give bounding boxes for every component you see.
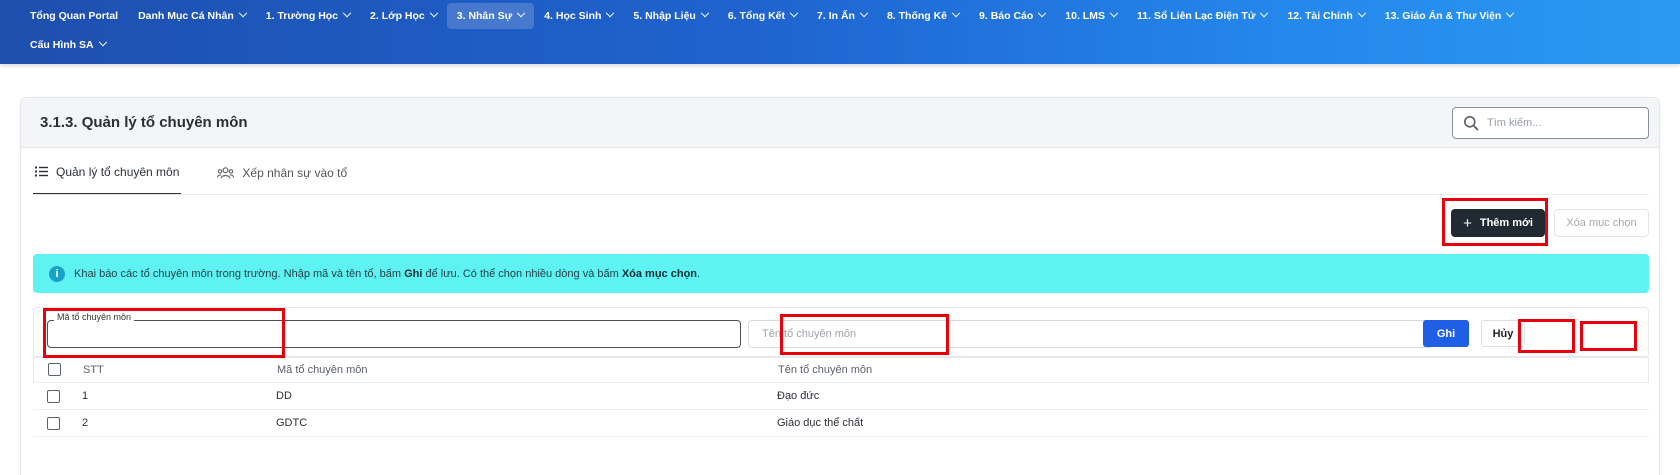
nav-item[interactable]: 13. Giáo Án & Thư Viện bbox=[1375, 3, 1524, 29]
row-checkbox[interactable] bbox=[47, 389, 60, 403]
nav-item-label: 4. Học Sinh bbox=[544, 10, 602, 22]
chevron-down-icon bbox=[951, 8, 961, 18]
nav-item[interactable]: 6. Tổng Kết bbox=[718, 3, 807, 29]
cancel-button[interactable]: Hủy bbox=[1481, 320, 1525, 347]
table-row[interactable]: 2 GDTC Giáo dục thể chất bbox=[33, 410, 1649, 437]
chevron-down-icon bbox=[1109, 8, 1119, 18]
tab-assign-staff[interactable]: Xếp nhân sự vào tổ bbox=[215, 150, 349, 195]
tab-manage-groups[interactable]: Quản lý tổ chuyên môn bbox=[33, 150, 182, 195]
nav-row-primary: Tổng Quan Portal Danh Mục Cá Nhân 1. Trườn… bbox=[20, 2, 1523, 30]
table-header: STT Mã tổ chuyên môn Tên tổ chuyên môn bbox=[33, 356, 1649, 383]
group-code-field[interactable] bbox=[47, 320, 741, 348]
chevron-down-icon bbox=[516, 8, 526, 18]
header-code: Mã tổ chuyên môn bbox=[277, 363, 368, 376]
list-icon bbox=[35, 166, 48, 177]
nav-item-label: 5. Nhập Liệu bbox=[633, 10, 696, 22]
nav-item-label: 12. Tài Chính bbox=[1287, 10, 1353, 22]
add-new-label: Thêm mới bbox=[1479, 217, 1533, 229]
nav-item[interactable]: 2. Lớp Học bbox=[360, 3, 447, 29]
nav-item-label: 7. In Ấn bbox=[817, 10, 855, 22]
nav-item-label: 6. Tổng Kết bbox=[727, 10, 786, 22]
nav-item-label: 10. LMS bbox=[1065, 10, 1105, 22]
group-code-label: Mã tổ chuyên môn bbox=[54, 312, 135, 322]
search-box[interactable] bbox=[1452, 107, 1649, 139]
tab-label: Quản lý tổ chuyên môn bbox=[56, 164, 180, 179]
card-header: 3.1.3. Quản lý tổ chuyên môn bbox=[21, 98, 1659, 148]
chevron-down-icon bbox=[1506, 8, 1515, 18]
row-checkbox[interactable] bbox=[47, 416, 60, 430]
groups-table: STT Mã tổ chuyên môn Tên tổ chuyên môn 1… bbox=[33, 356, 1649, 437]
top-navbar: Tổng Quan Portal Danh Mục Cá Nhân 1. Trườn… bbox=[0, 0, 1680, 64]
nav-item[interactable]: 12. Tài Chính bbox=[1277, 3, 1374, 29]
cell-name: Đạo đức bbox=[777, 390, 820, 402]
nav-item[interactable]: 11. Sổ Liên Lạc Điện Tử bbox=[1127, 3, 1277, 29]
search-input[interactable] bbox=[1487, 117, 1637, 129]
nav-item-label: 11. Sổ Liên Lạc Điện Tử bbox=[1136, 10, 1256, 22]
nav-item[interactable]: 10. LMS bbox=[1055, 3, 1127, 29]
nav-item[interactable]: 9. Báo Cáo bbox=[969, 3, 1055, 29]
tab-label: Xếp nhân sự vào tổ bbox=[242, 165, 348, 180]
tab-divider bbox=[33, 194, 1649, 195]
save-button[interactable]: Ghi bbox=[1423, 320, 1469, 347]
chevron-down-icon bbox=[429, 8, 439, 18]
chevron-down-icon bbox=[1357, 8, 1367, 18]
chevron-down-icon bbox=[98, 37, 107, 47]
add-new-button[interactable]: + Thêm mới bbox=[1451, 209, 1545, 237]
info-alert: i Khai báo các tổ chuyên môn trong trườn… bbox=[33, 254, 1649, 293]
nav-item[interactable]: 4. Học Sinh bbox=[534, 3, 623, 29]
chevron-down-icon bbox=[1038, 8, 1047, 18]
delete-selected-button[interactable]: Xóa mục chọn bbox=[1554, 209, 1649, 237]
chevron-down-icon bbox=[700, 8, 710, 18]
nav-item[interactable]: 7. In Ấn bbox=[807, 3, 877, 29]
search-icon bbox=[1464, 116, 1479, 131]
main-card: 3.1.3. Quản lý tổ chuyên môn Quản lý tổ … bbox=[20, 97, 1660, 475]
nav-item-label: 9. Báo Cáo bbox=[979, 10, 1034, 22]
alert-text: Khai báo các tổ chuyên môn trong trường.… bbox=[74, 267, 701, 280]
nav-item[interactable]: Tổng Quan Portal bbox=[20, 3, 128, 29]
tab-bar: Quản lý tổ chuyên môn Xếp nhân sự vào tổ bbox=[33, 150, 383, 195]
cell-code: GDTC bbox=[276, 417, 308, 429]
nav-item[interactable]: 3. Nhân Sự bbox=[446, 3, 535, 29]
cell-name: Giáo dục thể chất bbox=[777, 417, 864, 429]
nav-item-label: Danh Mục Cá Nhân bbox=[138, 10, 234, 22]
nav-item-label: 1. Trường Học bbox=[265, 10, 339, 22]
info-icon: i bbox=[49, 265, 65, 282]
group-name-input[interactable] bbox=[748, 320, 1433, 348]
chevron-down-icon bbox=[789, 8, 799, 18]
table-row[interactable]: 1 DD Đạo đức bbox=[33, 383, 1649, 410]
nav-item-label: 2. Lớp Học bbox=[370, 10, 425, 22]
chevron-down-icon bbox=[1260, 8, 1269, 18]
header-name: Tên tổ chuyên môn bbox=[778, 363, 873, 376]
nav-item-label: 3. Nhân Sự bbox=[456, 10, 513, 22]
nav-item[interactable]: 5. Nhập Liệu bbox=[623, 3, 717, 29]
chevron-down-icon bbox=[606, 8, 615, 18]
cell-code: DD bbox=[276, 390, 292, 402]
nav-item-label: Tổng Quan Portal bbox=[30, 10, 119, 22]
chevron-down-icon bbox=[859, 8, 869, 18]
nav-item-label: 13. Giáo Án & Thư Viện bbox=[1384, 10, 1502, 22]
header-stt: STT bbox=[83, 363, 104, 376]
select-all-checkbox[interactable] bbox=[48, 363, 61, 376]
nav-item-label: 8. Thống Kê bbox=[886, 10, 948, 22]
chevron-down-icon bbox=[342, 8, 352, 18]
plus-icon: + bbox=[1463, 214, 1472, 232]
nav-row-secondary: Cấu Hình SA bbox=[20, 31, 116, 59]
page-title: 3.1.3. Quản lý tổ chuyên môn bbox=[40, 114, 248, 131]
chevron-down-icon bbox=[238, 8, 248, 18]
nav-item[interactable]: Cấu Hình SA bbox=[20, 32, 116, 58]
nav-item[interactable]: 1. Trường Học bbox=[256, 3, 360, 29]
users-icon bbox=[217, 166, 235, 178]
nav-item[interactable]: Danh Mục Cá Nhân bbox=[128, 3, 256, 29]
cell-stt: 2 bbox=[82, 417, 89, 429]
nav-item-label: Cấu Hình SA bbox=[30, 39, 94, 51]
nav-item[interactable]: 8. Thống Kê bbox=[877, 3, 969, 29]
cell-stt: 1 bbox=[82, 390, 89, 402]
